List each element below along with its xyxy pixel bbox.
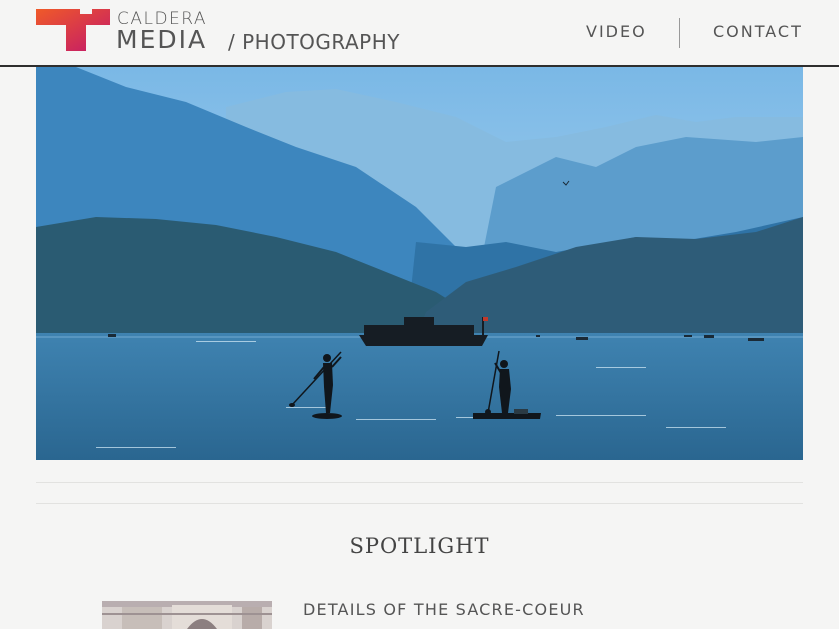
post-thumbnail[interactable] xyxy=(102,601,272,629)
logo-icon[interactable] xyxy=(36,9,110,51)
nav-contact[interactable]: CONTACT xyxy=(713,22,803,41)
nav-video[interactable]: VIDEO xyxy=(586,22,647,41)
brand-name-bottom: MEDIA xyxy=(116,25,208,54)
nav-divider xyxy=(679,18,680,48)
section-divider xyxy=(36,503,803,504)
site-header: CALDERA MEDIA / PHOTOGRAPHY VIDEO CONTAC… xyxy=(0,0,839,67)
section-divider xyxy=(36,482,803,483)
hero-image xyxy=(36,67,803,460)
spotlight-heading: SPOTLIGHT xyxy=(349,534,490,558)
post-title-link[interactable]: DETAILS OF THE SACRE-COEUR xyxy=(303,600,585,619)
brand-subtitle: / PHOTOGRAPHY xyxy=(228,30,400,54)
